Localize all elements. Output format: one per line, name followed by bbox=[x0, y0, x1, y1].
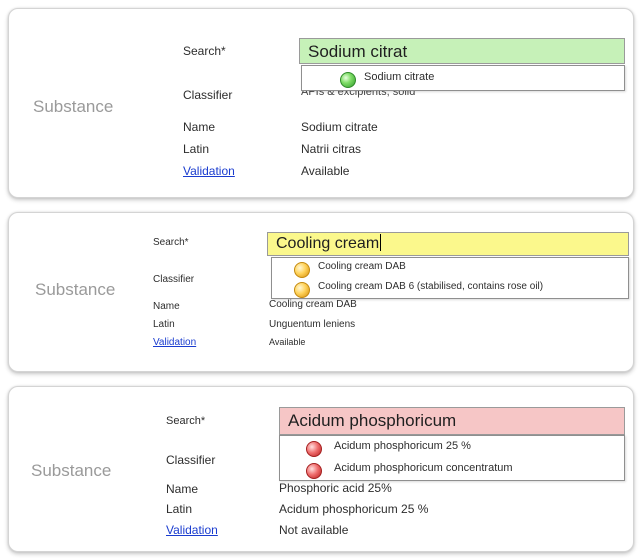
suggestion-dropdown: Acidum phosphoricum 25 % Acidum phosphor… bbox=[279, 435, 625, 481]
suggestion-item[interactable]: Acidum phosphoricum concentratum bbox=[280, 459, 624, 481]
classifier-label: Classifier bbox=[183, 88, 233, 102]
name-value: Sodium citrate bbox=[301, 120, 378, 134]
classifier-label: Classifier bbox=[153, 274, 195, 285]
name-label: Name bbox=[166, 482, 199, 496]
validation-link[interactable]: Validation bbox=[153, 337, 196, 348]
panel-title: Substance bbox=[31, 461, 112, 480]
suggestion-item[interactable]: Sodium citrate bbox=[302, 68, 624, 90]
red-status-icon bbox=[306, 463, 322, 479]
validation-status: Not available bbox=[279, 523, 349, 537]
search-input[interactable]: Cooling cream bbox=[267, 232, 629, 256]
suggestion-dropdown: Sodium citrate bbox=[301, 65, 625, 91]
search-label: Search* bbox=[153, 237, 189, 248]
green-status-icon bbox=[340, 72, 356, 88]
latin-label: Latin bbox=[166, 502, 193, 516]
yellow-status-icon bbox=[294, 262, 310, 278]
substance-panel-sodium: Substance Search* Sodium citrat Classifi… bbox=[8, 8, 634, 198]
panel-title: Substance bbox=[33, 97, 114, 116]
text-cursor bbox=[380, 234, 382, 251]
panel-title: Substance bbox=[35, 280, 116, 299]
suggestion-text: Cooling cream DAB 6 (stabilised, contain… bbox=[318, 281, 544, 292]
suggestion-text: Sodium citrate bbox=[364, 71, 435, 83]
search-input[interactable]: Sodium citrat bbox=[299, 38, 625, 64]
suggestion-text: Acidum phosphoricum 25 % bbox=[334, 440, 471, 452]
suggestion-text: Cooling cream DAB bbox=[318, 261, 406, 272]
suggestion-item[interactable]: Cooling cream DAB bbox=[272, 258, 628, 280]
search-input[interactable]: Acidum phosphoricum bbox=[279, 407, 625, 435]
search-input-value: Sodium citrat bbox=[308, 42, 408, 61]
search-input-value: Acidum phosphoricum bbox=[288, 411, 457, 430]
latin-label: Latin bbox=[153, 319, 175, 330]
latin-value: Unguentum leniens bbox=[269, 319, 356, 330]
search-label: Search* bbox=[166, 415, 206, 427]
suggestion-dropdown: Cooling cream DAB Cooling cream DAB 6 (s… bbox=[271, 257, 629, 299]
name-value: Phosphoric acid 25% bbox=[279, 481, 392, 495]
latin-value: Natrii citras bbox=[301, 142, 362, 156]
validation-status: Available bbox=[301, 164, 350, 178]
latin-value: Acidum phosphoricum 25 % bbox=[279, 502, 429, 516]
validation-status: Available bbox=[269, 337, 306, 347]
yellow-status-icon bbox=[294, 282, 310, 298]
substance-panel-acidum: Substance Search* Acidum phosphoricum Cl… bbox=[8, 386, 634, 552]
substance-panel-cooling-cream: Substance Search* Cooling cream Classifi… bbox=[8, 212, 634, 372]
search-input-value: Cooling cream bbox=[276, 235, 380, 252]
suggestion-text: Acidum phosphoricum concentratum bbox=[334, 462, 513, 474]
name-label: Name bbox=[153, 301, 180, 312]
red-status-icon bbox=[306, 441, 322, 457]
validation-link[interactable]: Validation bbox=[166, 523, 218, 537]
classifier-label: Classifier bbox=[166, 453, 216, 467]
validation-link[interactable]: Validation bbox=[183, 164, 235, 178]
suggestion-item[interactable]: Acidum phosphoricum 25 % bbox=[280, 437, 624, 459]
latin-label: Latin bbox=[183, 142, 210, 156]
search-label: Search* bbox=[183, 44, 226, 58]
name-label: Name bbox=[183, 120, 216, 134]
name-value: Cooling cream DAB bbox=[269, 299, 357, 310]
suggestion-item[interactable]: Cooling cream DAB 6 (stabilised, contain… bbox=[272, 278, 628, 300]
